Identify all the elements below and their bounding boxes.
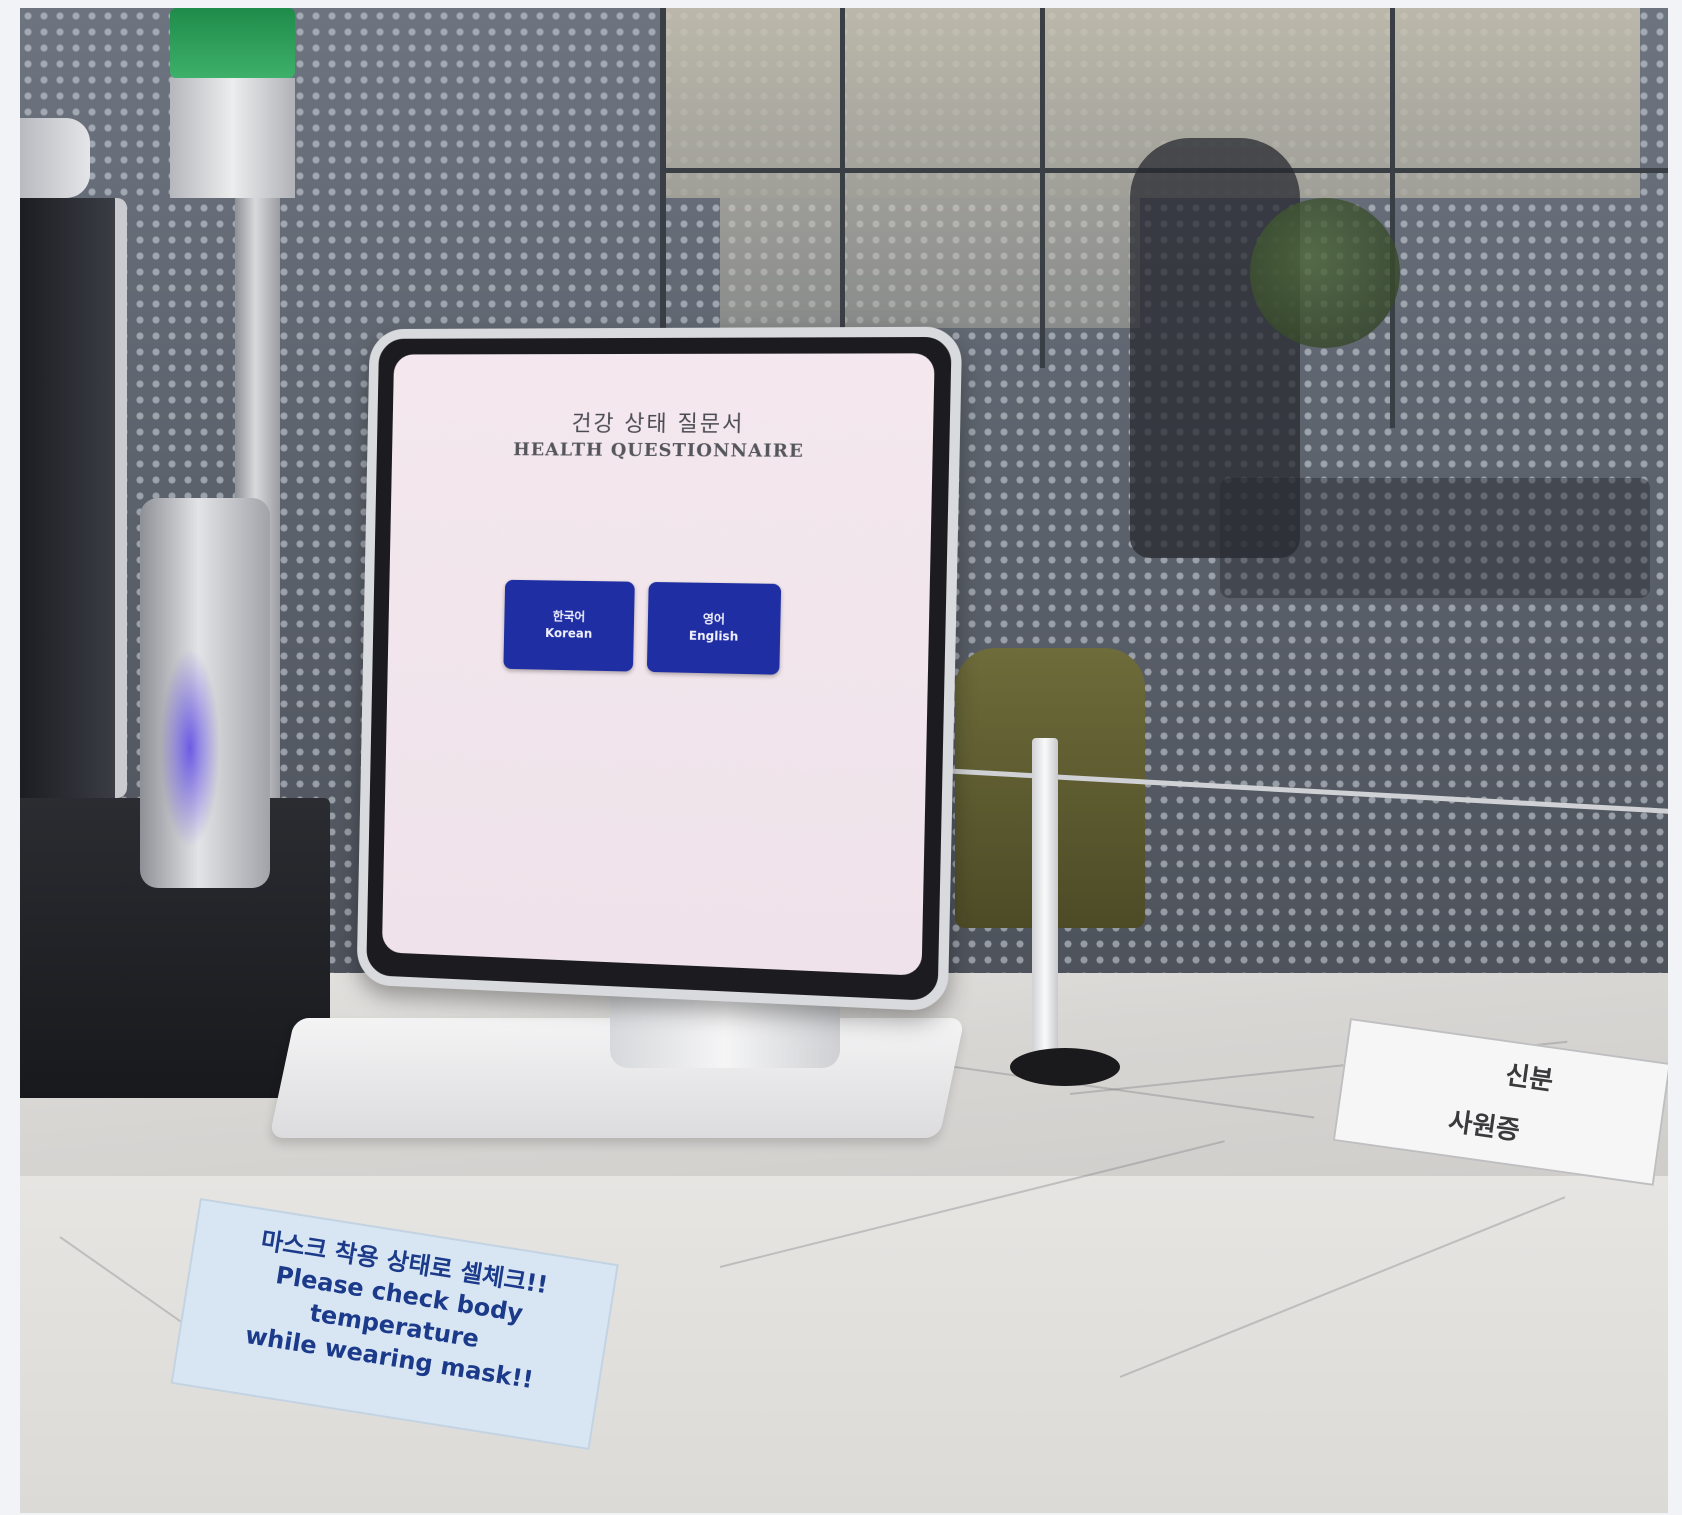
window-frame: [840, 8, 845, 368]
desk-card-line2: 사원증: [1446, 1106, 1522, 1147]
plant: [1250, 198, 1400, 348]
signal-tower-body: [170, 78, 295, 198]
signal-tower-light: [170, 8, 295, 78]
questionnaire-title-en: HEALTH QUESTIONNAIRE: [512, 439, 805, 462]
english-language-button[interactable]: 영어 English: [646, 581, 782, 675]
window-frame: [1390, 8, 1395, 428]
korean-button-label-en: Korean: [544, 626, 593, 641]
window-frame: [1040, 8, 1045, 368]
desk-card-line1: 신분: [1503, 1060, 1556, 1097]
blue-led-glow: [160, 648, 220, 848]
korean-button-label-ko: 한국어: [552, 609, 586, 624]
english-button-label-en: English: [688, 628, 739, 644]
language-prompt-line1: [390, 533, 930, 539]
english-button-label-ko: 영어: [702, 611, 726, 627]
questionnaire-title-ko: 건강 상태 질문서: [571, 411, 745, 438]
photo: 건강 상태 질문서 HEALTH QUESTIONNAIRE 한국어 Korea…: [20, 8, 1668, 1513]
marble-vein: [1119, 1196, 1566, 1378]
korean-language-button[interactable]: 한국어 Korean: [503, 579, 635, 672]
barrier-post-base: [1010, 1048, 1120, 1086]
temperature-kiosk: [20, 198, 127, 798]
language-prompt-line2: [390, 533, 930, 539]
tablet-screen: 건강 상태 질문서 HEALTH QUESTIONNAIRE 한국어 Korea…: [381, 353, 935, 976]
window-light: [720, 198, 1140, 328]
barrier-post: [1032, 738, 1058, 1068]
desk-reflection: [1220, 478, 1650, 598]
tablet: 건강 상태 질문서 HEALTH QUESTIONNAIRE 한국어 Korea…: [356, 326, 963, 1012]
temperature-camera: [20, 118, 90, 198]
language-prompt: [390, 533, 930, 539]
